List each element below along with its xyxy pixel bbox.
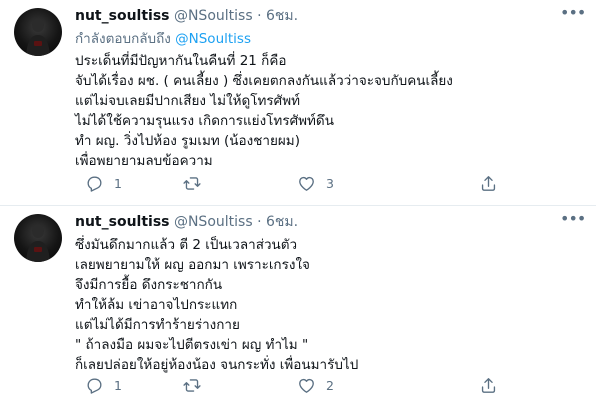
share-icon (481, 377, 496, 393)
tweet-text-line: เลยพยายามให้ ผญ ออกมา เพราะเกรงใจ (75, 257, 310, 273)
share-button[interactable] (479, 374, 498, 396)
like-button[interactable]: 2 (297, 374, 334, 396)
more-horizontal-icon[interactable]: ••• (560, 5, 586, 26)
avatar-person-icon (26, 224, 50, 262)
tweet[interactable]: nut_soultiss @NSoultiss · 6ชม. ••• กำลัง… (0, 0, 596, 206)
display-name[interactable]: nut_soultiss (75, 8, 170, 24)
heart-icon (299, 176, 314, 191)
share-icon (481, 175, 496, 191)
reply-button[interactable]: 1 (85, 374, 122, 396)
tweet[interactable]: nut_soultiss @NSoultiss · 6ชม. ••• ซึ่งม… (0, 206, 596, 406)
retweet-button[interactable] (182, 172, 212, 194)
retweet-icon (183, 378, 201, 392)
tweet-header: nut_soultiss @NSoultiss · 6ชม. ••• (75, 211, 586, 232)
timestamp[interactable]: 6ชม. (266, 8, 298, 24)
tweet-text-line: แต่ไม่ได้มีการทำร้ายร่างกาย (75, 317, 240, 333)
tweet-text-line: ซึ่งมันดึกมากแล้ว ตี 2 เป็นเวลาส่วนตัว (75, 237, 298, 253)
tweet-text-line: ไม่ได้ใช้ความรุนแรง เกิดการแย่งโทรศัพท์ด… (75, 113, 334, 129)
heart-icon (299, 378, 314, 393)
tweet-text: ประเด็นที่มีปัญหากันในคืนที่ 21 ก็คือ จั… (75, 51, 582, 171)
more-horizontal-icon[interactable]: ••• (560, 211, 586, 232)
replying-to: กำลังตอบกลับถึง @NSoultiss (75, 29, 582, 49)
tweet-text-line: ทำ ผญ. วิ่งไปห้อง รูมเมท (น้องชายผม) (75, 133, 300, 149)
tweet-text-line: เพื่อพยายามลบข้อความ (75, 153, 213, 169)
reply-count: 1 (114, 175, 122, 191)
avatar[interactable] (14, 8, 62, 56)
reply-icon (87, 377, 102, 394)
tweet-text-line: ประเด็นที่มีปัญหากันในคืนที่ 21 ก็คือ (75, 53, 287, 69)
like-button[interactable]: 3 (297, 172, 334, 194)
tweet-text-line: ก็เลยปล่อยให้อยู่ห้องน้อง จนกระทั่ง เพื่… (75, 357, 359, 373)
timestamp[interactable]: 6ชม. (266, 214, 298, 230)
avatar[interactable] (14, 214, 62, 262)
display-name[interactable]: nut_soultiss (75, 214, 170, 230)
user-handle[interactable]: @NSoultiss (174, 8, 253, 24)
like-count: 3 (326, 175, 334, 191)
reply-icon (87, 175, 102, 192)
separator-dot: · (257, 8, 262, 24)
replying-to-label: กำลังตอบกลับถึง (75, 31, 176, 47)
share-button[interactable] (479, 172, 498, 194)
tweet-text-line: แต่ไม่จบเลยมีปากเสียง ไม่ให้ดูโทรศัพท์ (75, 93, 301, 109)
retweet-icon (183, 176, 201, 190)
user-handle[interactable]: @NSoultiss (174, 214, 253, 230)
tweet-header: nut_soultiss @NSoultiss · 6ชม. ••• (75, 5, 586, 26)
reply-count: 1 (114, 377, 122, 393)
tweet-text-line: ทำให้ล้ม เข่าอาจไปกระแทก (75, 297, 238, 313)
tweet-actions: 1 3 (75, 172, 515, 194)
retweet-button[interactable] (182, 374, 212, 396)
tweet-text-line: จึงมีการยื้อ ดึงกระชากกัน (75, 277, 223, 293)
tweet-text: ซึ่งมันดึกมากแล้ว ตี 2 เป็นเวลาส่วนตัว เ… (75, 235, 582, 375)
reply-button[interactable]: 1 (85, 172, 122, 194)
separator-dot: · (257, 214, 262, 230)
like-count: 2 (326, 377, 334, 393)
tweet-text-line: จับได้เรื่อง ผช. ( คนเลี้ยง ) ซึ่งเคยตกล… (75, 73, 453, 89)
avatar-person-icon (26, 18, 50, 56)
reply-mention-link[interactable]: @NSoultiss (175, 31, 251, 47)
tweet-actions: 1 2 (75, 374, 515, 396)
tweet-text-line: " ถ้าลงมือ ผมจะไปตีตรงเข่า ผญ ทำไม " (75, 337, 309, 353)
